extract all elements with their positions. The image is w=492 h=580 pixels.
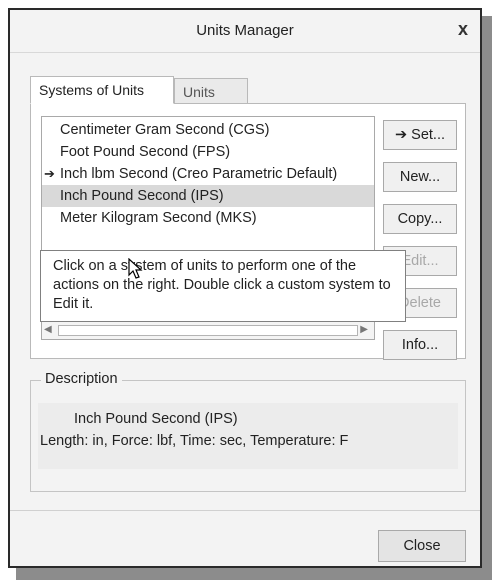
title-bar: Units Manager x xyxy=(10,10,480,53)
set-button[interactable]: ➔ Set... xyxy=(383,120,457,150)
copy-button[interactable]: Copy... xyxy=(383,204,457,234)
current-system-arrow-icon: ➔ xyxy=(44,166,55,181)
scroll-right-icon[interactable]: ▶ xyxy=(360,324,368,335)
description-group: Description Inch Pound Second (IPS) Leng… xyxy=(30,371,466,492)
footer-divider xyxy=(10,510,480,511)
description-box: Inch Pound Second (IPS) Length: in, Forc… xyxy=(38,403,458,469)
new-button[interactable]: New... xyxy=(383,162,457,192)
list-item[interactable]: ➔ Inch lbm Second (Creo Parametric Defau… xyxy=(42,163,374,185)
dialog-title: Units Manager xyxy=(196,22,294,39)
help-tooltip: Click on a system of units to perform on… xyxy=(40,250,406,322)
tab-systems-of-units[interactable]: Systems of Units xyxy=(30,76,174,104)
info-button[interactable]: Info... xyxy=(383,330,457,360)
close-icon[interactable]: x xyxy=(458,19,468,40)
description-detail: Length: in, Force: lbf, Time: sec, Tempe… xyxy=(40,433,349,449)
units-manager-dialog: Units Manager x Systems of Units Units C… xyxy=(8,8,482,568)
scroll-left-icon[interactable]: ◀ xyxy=(44,324,52,335)
list-item-selected[interactable]: Inch Pound Second (IPS) xyxy=(42,185,374,207)
description-legend: Description xyxy=(41,371,122,387)
scrollbar-thumb[interactable] xyxy=(58,325,358,336)
list-item[interactable]: Foot Pound Second (FPS) xyxy=(42,141,374,163)
horizontal-scrollbar[interactable]: ◀ ▶ xyxy=(42,321,374,339)
tab-units[interactable]: Units xyxy=(174,78,248,104)
mouse-pointer-icon xyxy=(128,258,143,279)
list-item[interactable]: Centimeter Gram Second (CGS) xyxy=(42,119,374,141)
close-button[interactable]: Close xyxy=(378,530,466,562)
list-item[interactable]: Meter Kilogram Second (MKS) xyxy=(42,207,374,229)
description-system-name: Inch Pound Second (IPS) xyxy=(74,411,238,427)
